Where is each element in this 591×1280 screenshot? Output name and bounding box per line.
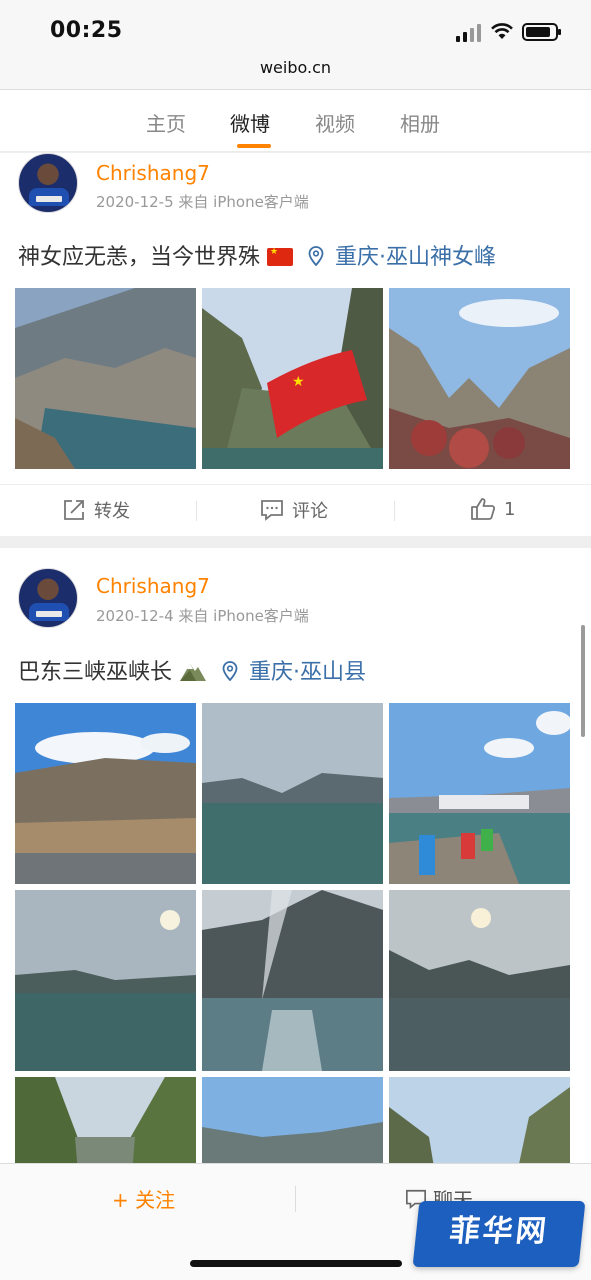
divider: [394, 501, 395, 521]
screen: 00:25 weibo.cn 主页 微博 视频 相册 Chrishang7 20…: [0, 0, 591, 1280]
post-text-body: 巴东三峡巫峡长: [18, 660, 173, 685]
photo-thumbnail[interactable]: [202, 703, 383, 884]
svg-text:★: ★: [292, 374, 305, 390]
feed: Chrishang7 2020-12-5 来自 iPhone客户端 神女应无恙，…: [0, 153, 591, 1163]
post-text-body: 神女应无恙，当今世界殊: [18, 245, 261, 270]
battery-icon: [522, 23, 561, 41]
home-indicator: [190, 1260, 402, 1267]
tab-weibo[interactable]: 微博: [230, 108, 270, 137]
post-username[interactable]: Chrishang7: [96, 161, 210, 185]
location-pin-icon: [222, 661, 238, 681]
status-bar: 00:25: [0, 0, 591, 56]
comment-icon: [261, 500, 283, 521]
repost-icon: [64, 500, 84, 520]
location-pin-icon: [308, 246, 324, 266]
post-action-bar: 转发 评论 1: [0, 484, 591, 534]
mountain-emoji-icon: [180, 664, 207, 681]
photo-thumbnail[interactable]: [15, 890, 196, 1071]
china-flag-icon: [267, 247, 294, 266]
status-time: 00:25: [50, 18, 123, 43]
scrollbar[interactable]: [581, 625, 585, 737]
photo-thumbnail[interactable]: [202, 890, 383, 1071]
tab-album[interactable]: 相册: [400, 108, 440, 137]
post-username[interactable]: Chrishang7: [96, 574, 210, 598]
photo-thumbnail[interactable]: [389, 703, 570, 884]
like-button[interactable]: 1: [470, 497, 515, 521]
like-count: 1: [504, 498, 516, 520]
url-bar[interactable]: weibo.cn: [0, 56, 591, 90]
avatar[interactable]: [18, 568, 78, 628]
plus-icon: +: [112, 1188, 136, 1212]
photo-thumbnail[interactable]: [15, 288, 196, 469]
post-meta: 2020-12-4 来自 iPhone客户端: [96, 607, 309, 625]
signal-icon: [456, 24, 482, 42]
avatar[interactable]: [18, 153, 78, 213]
tab-home[interactable]: 主页: [146, 108, 186, 137]
divider: [196, 501, 197, 521]
repost-label: 转发: [94, 501, 130, 522]
photo-thumbnail[interactable]: ★: [202, 288, 383, 469]
post-card: Chrishang7 2020-12-4 来自 iPhone客户端 巴东三峡巫峡…: [0, 548, 591, 1163]
divider: [295, 1186, 296, 1212]
post-card: Chrishang7 2020-12-5 来自 iPhone客户端 神女应无恙，…: [0, 153, 591, 536]
location-link[interactable]: 重庆·巫山神女峰: [335, 245, 496, 270]
site-watermark-logo: 菲华网: [412, 1201, 586, 1267]
url-text: weibo.cn: [259, 58, 332, 77]
wifi-icon: [491, 23, 513, 39]
post-meta: 2020-12-5 来自 iPhone客户端: [96, 193, 309, 211]
photo-thumbnail[interactable]: [389, 1077, 570, 1163]
photo-thumbnail[interactable]: [15, 1077, 196, 1163]
post-text: 巴东三峡巫峡长 重庆·巫山县: [18, 654, 366, 686]
profile-tabs: 主页 微博 视频 相册: [0, 90, 591, 152]
follow-button[interactable]: + 关注: [112, 1184, 175, 1213]
photo-thumbnail[interactable]: [389, 288, 570, 469]
repost-button[interactable]: 转发: [62, 497, 130, 523]
follow-label: 关注: [135, 1188, 176, 1212]
photo-thumbnail[interactable]: [202, 1077, 383, 1163]
tab-video[interactable]: 视频: [315, 108, 355, 137]
photo-thumbnail[interactable]: [389, 890, 570, 1071]
comment-button[interactable]: 评论: [260, 497, 328, 523]
photo-thumbnail[interactable]: [15, 703, 196, 884]
active-tab-indicator: [237, 144, 271, 148]
comment-label: 评论: [292, 501, 328, 522]
post-text: 神女应无恙，当今世界殊 重庆·巫山神女峰: [18, 239, 496, 271]
location-link[interactable]: 重庆·巫山县: [249, 660, 366, 685]
thumbs-up-icon: [471, 498, 496, 520]
